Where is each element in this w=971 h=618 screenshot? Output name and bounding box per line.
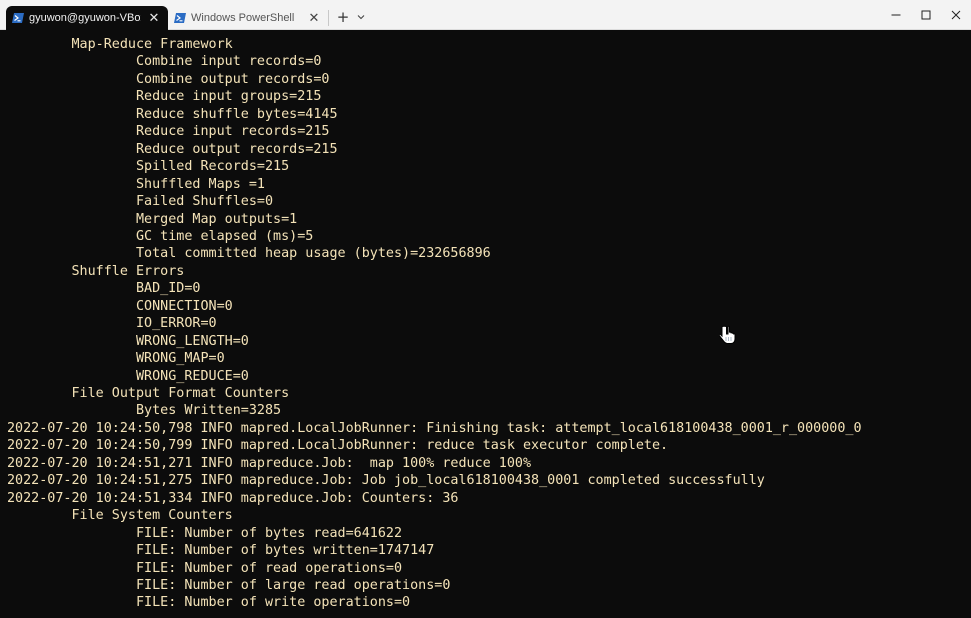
terminal-line: WRONG_REDUCE=0 xyxy=(7,368,249,384)
maximize-button[interactable] xyxy=(911,0,941,30)
close-tab-icon[interactable]: ✕ xyxy=(148,10,160,25)
terminal-line: Map-Reduce Framework xyxy=(7,37,233,52)
tab-gyuwon-vbox[interactable]: gyuwon@gyuwon-VBox: ~/v ✕ xyxy=(6,6,168,31)
maximize-icon xyxy=(921,10,931,20)
terminal-line: BAD_ID=0 xyxy=(7,281,201,297)
tab-bar: gyuwon@gyuwon-VBox: ~/v ✕ Windows PowerS… xyxy=(0,0,971,31)
tab-label: Windows PowerShell xyxy=(191,12,295,24)
terminal-line: 2022-07-20 10:24:50,799 INFO mapred.Loca… xyxy=(7,438,669,454)
terminal-line: 2022-07-20 10:24:51,334 INFO mapreduce.J… xyxy=(7,490,459,506)
terminal-line: Spilled Records=215 xyxy=(7,159,290,175)
terminal-line: Failed Shuffles=0 xyxy=(7,194,274,210)
close-icon xyxy=(951,10,961,20)
terminal-line: Reduce input groups=215 xyxy=(7,89,322,105)
terminal-line: Total committed heap usage (bytes)=23265… xyxy=(7,246,491,262)
terminal-line: 2022-07-20 10:24:51,275 INFO mapreduce.J… xyxy=(7,473,765,489)
chevron-down-icon[interactable] xyxy=(354,9,368,25)
terminal-line: Combine output records=0 xyxy=(7,71,330,87)
terminal-line: File System Counters xyxy=(7,508,233,524)
terminal-line: FILE: Number of bytes written=1747147 xyxy=(7,543,435,559)
tab-windows-powershell[interactable]: Windows PowerShell ✕ xyxy=(168,6,328,30)
terminal-line: WRONG_MAP=0 xyxy=(7,351,225,367)
minimize-button[interactable] xyxy=(881,0,911,30)
terminal-line: Combine input records=0 xyxy=(7,54,322,70)
terminal-output[interactable]: Map-Reduce Framework Combine input recor… xyxy=(0,31,971,618)
powershell-icon xyxy=(174,13,186,23)
terminal-line: FILE: Number of write operations=0 xyxy=(7,595,411,611)
terminal-line: Shuffle Errors xyxy=(7,263,185,279)
terminal-line: Merged Map outputs=1 xyxy=(7,211,298,227)
terminal-line: Reduce input records=215 xyxy=(7,124,330,140)
close-window-button[interactable] xyxy=(941,0,971,30)
terminal-line: FILE: Number of read operations=0 xyxy=(7,560,403,576)
terminal-line: FILE: Number of bytes read=641622 xyxy=(7,525,403,541)
new-tab-button[interactable]: + xyxy=(335,8,351,26)
terminal-line: WRONG_LENGTH=0 xyxy=(7,333,249,349)
powershell-icon xyxy=(12,13,24,23)
terminal-line: Reduce shuffle bytes=4145 xyxy=(7,106,338,122)
terminal-line: FILE: Number of large read operations=0 xyxy=(7,577,451,593)
minimize-icon xyxy=(891,14,901,16)
tab-label: gyuwon@gyuwon-VBox: ~/v xyxy=(29,12,141,24)
terminal-line: Reduce output records=215 xyxy=(7,141,338,157)
terminal-window: gyuwon@gyuwon-VBox: ~/v ✕ Windows PowerS… xyxy=(0,0,971,618)
terminal-line: GC time elapsed (ms)=5 xyxy=(7,228,314,244)
hand-pointer-cursor-icon xyxy=(719,325,736,344)
tab-divider xyxy=(328,10,329,26)
close-tab-icon[interactable]: ✕ xyxy=(308,10,320,25)
terminal-line: Bytes Written=3285 xyxy=(7,403,282,419)
terminal-line: Shuffled Maps =1 xyxy=(7,176,265,192)
terminal-line: 2022-07-20 10:24:50,798 INFO mapred.Loca… xyxy=(7,420,862,436)
terminal-line: IO_ERROR=0 xyxy=(7,316,217,332)
terminal-line: File Output Format Counters xyxy=(7,386,290,401)
terminal-line: 2022-07-20 10:24:51,271 INFO mapreduce.J… xyxy=(7,455,532,471)
terminal-line: CONNECTION=0 xyxy=(7,298,233,314)
